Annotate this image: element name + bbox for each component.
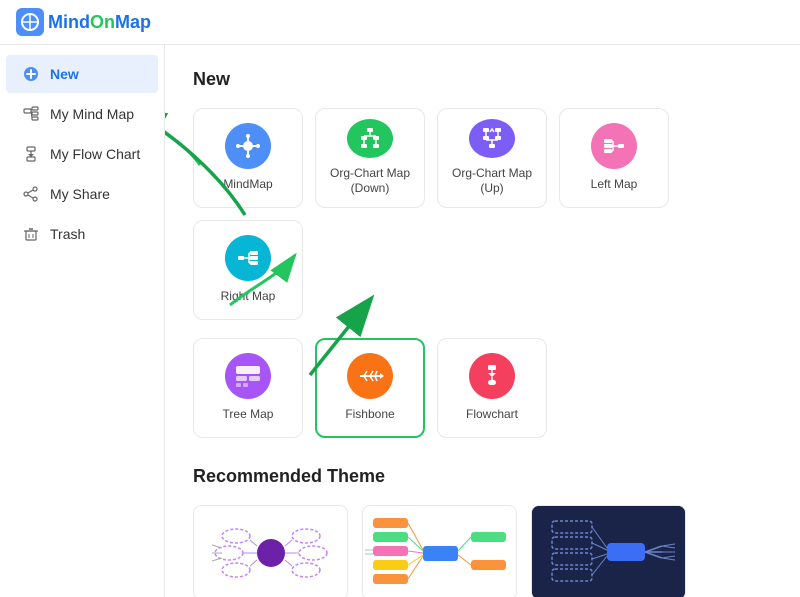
header: MindOnMap <box>0 0 800 45</box>
map-card-left-map[interactable]: Left Map <box>559 108 669 208</box>
right-map-icon-circle <box>225 235 271 281</box>
flowchart-icon <box>22 145 40 163</box>
fishbone-icon-circle <box>347 353 393 399</box>
theme-grid <box>193 505 772 597</box>
sidebar-item-my-mind-map[interactable]: My Mind Map <box>6 95 158 133</box>
theme-card-1[interactable] <box>193 505 348 597</box>
org-up-icon-circle <box>469 119 515 158</box>
content-area: New MindMa <box>165 45 800 597</box>
plus-icon <box>22 65 40 83</box>
tree-map-label: Tree Map <box>223 407 274 423</box>
sidebar-item-trash[interactable]: Trash <box>6 215 158 253</box>
theme-card-2[interactable] <box>362 505 517 597</box>
right-map-label: Right Map <box>221 289 276 305</box>
map-card-fishbone[interactable]: Fishbone <box>315 338 425 438</box>
mindmap-label: MindMap <box>223 177 272 193</box>
share-icon <box>22 185 40 203</box>
new-section-title: New <box>193 69 772 90</box>
map-card-org-down[interactable]: Org-Chart Map (Down) <box>315 108 425 208</box>
flowchart-label: Flowchart <box>466 407 518 423</box>
sidebar-item-my-share-label: My Share <box>50 186 110 202</box>
sidebar: New My Mind Map <box>0 45 165 597</box>
logo-text: MindOnMap <box>48 12 151 33</box>
mindmap-icon-circle <box>225 123 271 169</box>
map-card-org-up[interactable]: Org-Chart Map (Up) <box>437 108 547 208</box>
sidebar-item-my-flow-chart[interactable]: My Flow Chart <box>6 135 158 173</box>
map-card-mindmap[interactable]: MindMap <box>193 108 303 208</box>
map-card-right-map[interactable]: Right Map <box>193 220 303 320</box>
theme-section-title: Recommended Theme <box>193 466 772 487</box>
logo: MindOnMap <box>16 8 151 36</box>
theme-card-3[interactable] <box>531 505 686 597</box>
flowchart-icon-circle <box>469 353 515 399</box>
main-layout: New My Mind Map <box>0 45 800 597</box>
sidebar-item-new[interactable]: New <box>6 55 158 93</box>
org-down-icon-circle <box>347 119 393 158</box>
left-map-label: Left Map <box>591 177 638 193</box>
tree-map-icon-circle <box>225 353 271 399</box>
sidebar-item-new-label: New <box>50 66 79 82</box>
map-type-grid-row2: Tree Map <box>193 338 772 438</box>
fishbone-label: Fishbone <box>345 407 394 423</box>
sidebar-item-trash-label: Trash <box>50 226 85 242</box>
map-type-grid: MindMap Org-C <box>193 108 772 320</box>
sidebar-item-my-share[interactable]: My Share <box>6 175 158 213</box>
map-card-flowchart[interactable]: Flowchart <box>437 338 547 438</box>
trash-icon <box>22 225 40 243</box>
sidebar-item-my-flow-chart-label: My Flow Chart <box>50 146 140 162</box>
org-down-label: Org-Chart Map (Down) <box>330 166 410 197</box>
map-card-tree-map[interactable]: Tree Map <box>193 338 303 438</box>
sidebar-item-my-mind-map-label: My Mind Map <box>50 106 134 122</box>
left-map-icon-circle <box>591 123 637 169</box>
logo-icon <box>16 8 44 36</box>
mindmap-icon <box>22 105 40 123</box>
org-up-label: Org-Chart Map (Up) <box>448 166 536 197</box>
